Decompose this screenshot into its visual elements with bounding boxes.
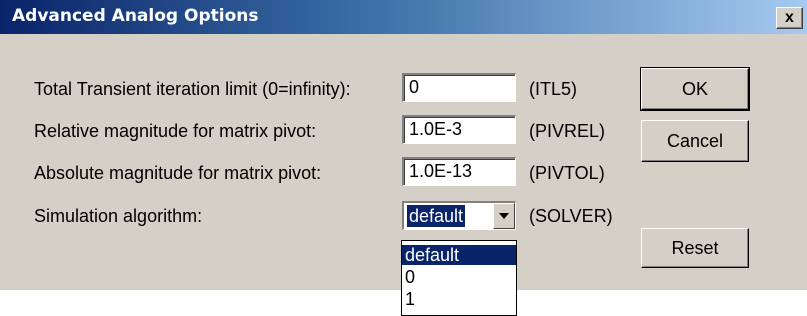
- itl5-label: Total Transient iteration limit (0=infin…: [34, 79, 351, 99]
- dropdown-option-1[interactable]: 1: [402, 289, 516, 309]
- pivtol-input[interactable]: 1.0E-13: [402, 157, 516, 186]
- solver-param-label: (SOLVER): [529, 206, 613, 226]
- pivrel-input[interactable]: 1.0E-3: [402, 115, 516, 144]
- dropdown-option-default[interactable]: default: [402, 245, 516, 265]
- solver-label: Simulation algorithm:: [34, 206, 203, 226]
- solver-dropdown-button[interactable]: [493, 203, 515, 229]
- pivrel-label: Relative magnitude for matrix pivot:: [34, 121, 317, 141]
- pivrel-param-label: (PIVREL): [529, 121, 606, 141]
- reset-button[interactable]: Reset: [641, 228, 749, 268]
- title-bar[interactable]: Advanced Analog Options x: [0, 0, 807, 34]
- itl5-param-label: (ITL5): [529, 79, 578, 99]
- chevron-down-icon: [499, 213, 509, 219]
- solver-dropdown-list: default 0 1: [401, 240, 517, 316]
- close-button[interactable]: x: [776, 7, 803, 29]
- pivtol-param-label: (PIVTOL): [529, 163, 605, 183]
- itl5-input[interactable]: 0: [402, 73, 516, 102]
- solver-select[interactable]: default: [402, 201, 516, 230]
- ok-button[interactable]: OK: [640, 67, 750, 111]
- pivtol-label: Absolute magnitude for matrix pivot:: [34, 163, 322, 183]
- close-icon: x: [785, 9, 794, 26]
- window-title: Advanced Analog Options: [12, 6, 259, 26]
- solver-selected-value: default: [407, 205, 466, 227]
- dropdown-option-0[interactable]: 0: [402, 267, 516, 287]
- cancel-button[interactable]: Cancel: [641, 120, 749, 162]
